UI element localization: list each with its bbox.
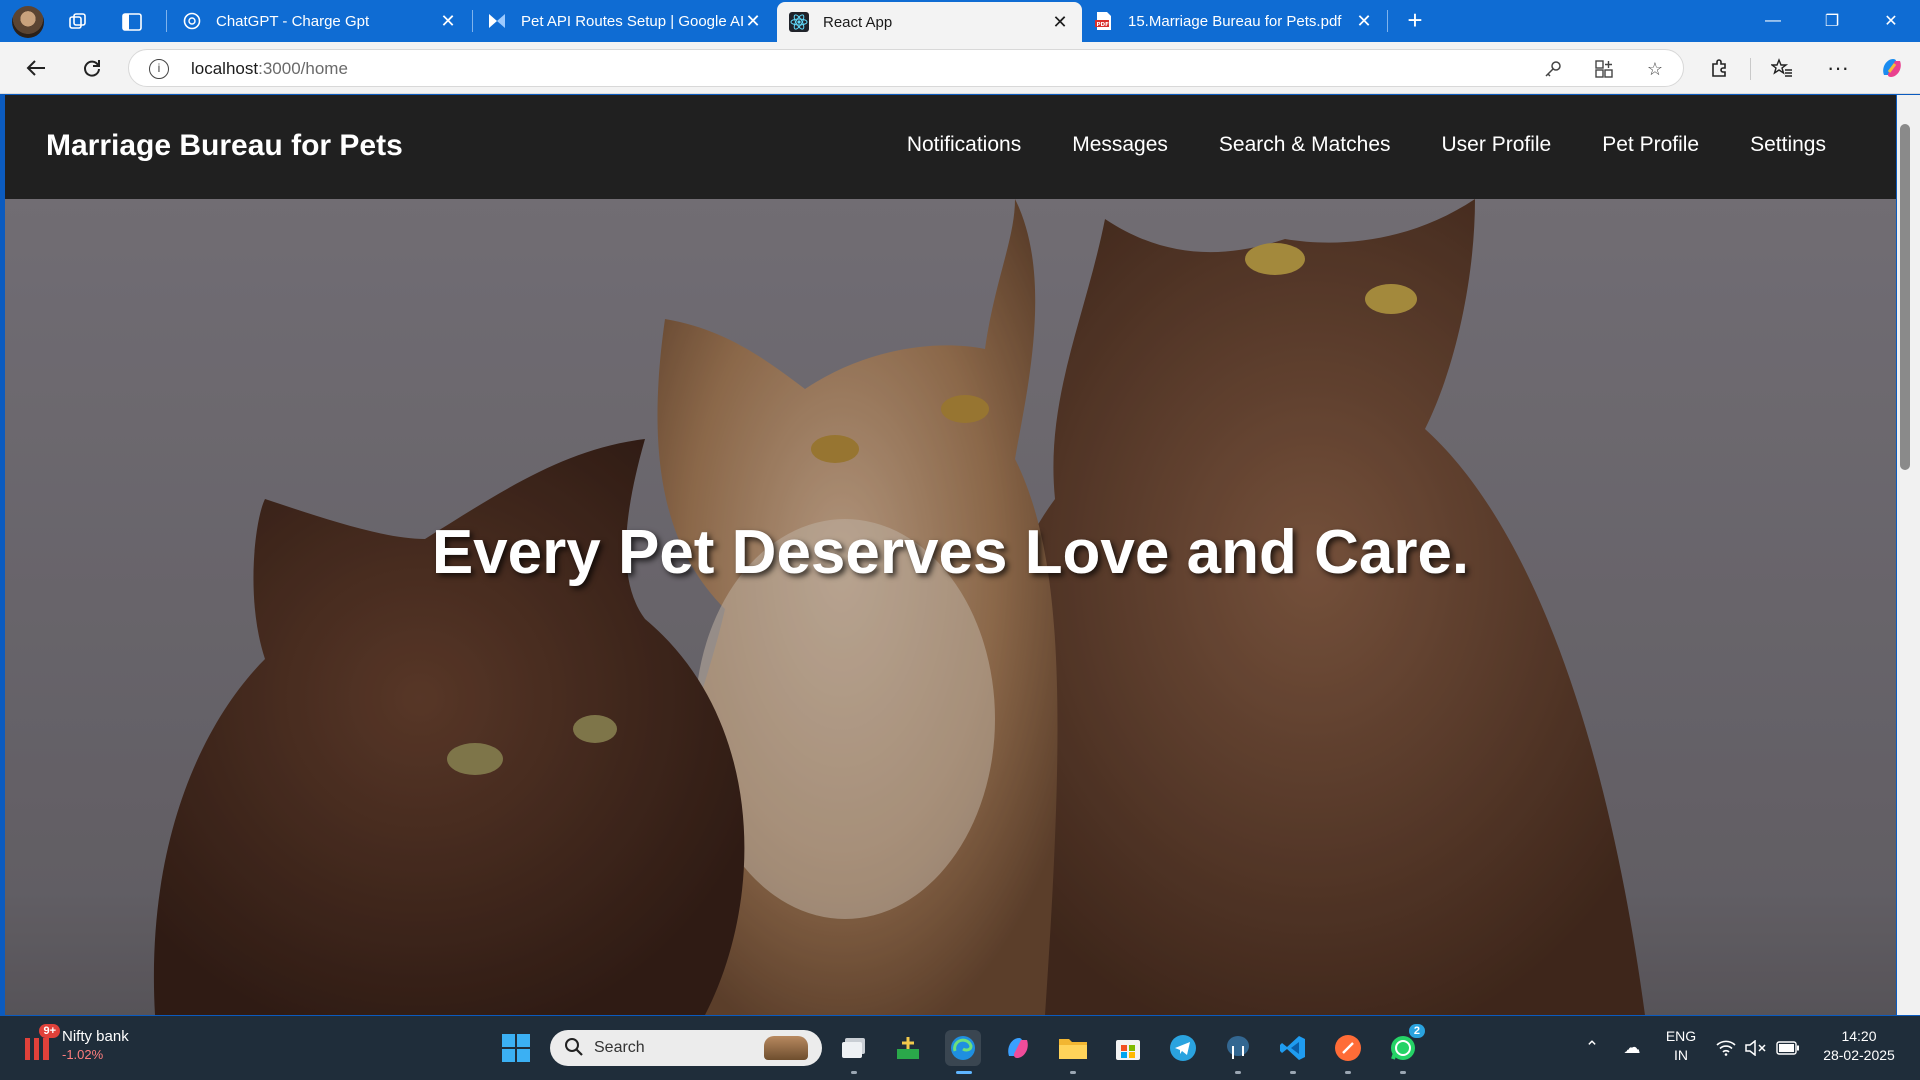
windows-start-icon[interactable]: [502, 1034, 530, 1062]
active-app-indicator: [956, 1071, 972, 1074]
nav-notifications[interactable]: Notifications: [907, 133, 1021, 157]
back-button[interactable]: [20, 52, 52, 84]
search-highlight-icon: [764, 1036, 808, 1060]
postman-icon[interactable]: [1330, 1030, 1366, 1066]
tab-title: 15.Marriage Bureau for Pets.pdf: [1128, 12, 1342, 30]
clock-time: 14:20: [1841, 1028, 1877, 1044]
tab-google-ai-studio[interactable]: Pet API Routes Setup | Google AI ✕: [475, 0, 775, 42]
vscode-icon[interactable]: [1275, 1030, 1311, 1066]
tab-title: React App: [823, 13, 893, 31]
openai-icon: [182, 11, 202, 31]
nav-user-profile[interactable]: User Profile: [1442, 133, 1552, 157]
whatsapp-icon[interactable]: 2: [1385, 1024, 1425, 1066]
search-label: Search: [594, 1039, 645, 1056]
nav-search-matches[interactable]: Search & Matches: [1219, 133, 1391, 157]
react-icon: [789, 12, 809, 32]
file-explorer-icon[interactable]: [1055, 1030, 1091, 1066]
tab-title: Pet API Routes Setup | Google AI: [521, 12, 743, 30]
copilot-app-icon[interactable]: [1000, 1030, 1036, 1066]
site-brand[interactable]: Marriage Bureau for Pets: [46, 129, 403, 163]
close-tab-icon[interactable]: ✕: [743, 11, 763, 32]
close-tab-icon[interactable]: ✕: [1050, 12, 1070, 33]
svg-text:PDF: PDF: [1097, 22, 1110, 28]
close-window-button[interactable]: ✕: [1862, 0, 1920, 42]
running-indicator: [1235, 1071, 1241, 1074]
running-indicator: [1290, 1071, 1296, 1074]
postgresql-icon[interactable]: [1220, 1030, 1256, 1066]
clock-date: 28-02-2025: [1823, 1047, 1895, 1063]
favorites-icon[interactable]: [1766, 52, 1798, 84]
hero-section: Every Pet Deserves Love and Care.: [5, 199, 1896, 1015]
language-indicator[interactable]: ENG IN: [1664, 1028, 1698, 1063]
tab-pdf[interactable]: PDF 15.Marriage Bureau for Pets.pdf ✕: [1082, 0, 1386, 42]
windows-taskbar: 9+ Nifty bank -1.02% Search 2 ⌃ ☁ ENG IN…: [0, 1016, 1920, 1080]
tab-separator: [1387, 10, 1388, 32]
profile-avatar[interactable]: [12, 6, 44, 38]
wifi-icon[interactable]: [1714, 1036, 1738, 1060]
show-hidden-icons-chevron-icon[interactable]: ⌃: [1580, 1036, 1604, 1060]
widget-title: Nifty bank: [62, 1028, 129, 1045]
tab-separator: [166, 10, 167, 32]
nav-messages[interactable]: Messages: [1072, 133, 1168, 157]
site-navbar: Marriage Bureau for Pets Notifications M…: [5, 95, 1896, 199]
address-bar[interactable]: i localhost:3000/home ☆: [128, 49, 1684, 87]
password-key-icon[interactable]: [1539, 55, 1567, 83]
copilot-icon[interactable]: [1876, 52, 1908, 84]
stock-chart-icon: 9+: [22, 1024, 60, 1060]
battery-icon[interactable]: [1776, 1036, 1800, 1060]
widget-change: -1.02%: [62, 1047, 104, 1062]
close-tab-icon[interactable]: ✕: [1354, 11, 1374, 32]
pdf-icon: PDF: [1094, 11, 1114, 31]
restore-button[interactable]: ❐: [1803, 0, 1861, 42]
nav-links: Notifications Messages Search & Matches …: [907, 133, 1826, 157]
running-indicator: [851, 1071, 857, 1074]
extensions-icon[interactable]: [1703, 52, 1735, 84]
toolbar-separator: [1750, 58, 1751, 80]
whatsapp-badge: 2: [1408, 1024, 1425, 1038]
page-viewport: Marriage Bureau for Pets Notifications M…: [5, 95, 1896, 1015]
new-tab-button[interactable]: +: [1400, 6, 1430, 36]
workspaces-icon[interactable]: [62, 6, 94, 38]
app-available-icon[interactable]: [1590, 55, 1618, 83]
widget-badge: 9+: [39, 1024, 60, 1038]
more-options-icon[interactable]: ···: [1822, 52, 1854, 84]
onedrive-cloud-icon[interactable]: ☁: [1620, 1036, 1644, 1060]
running-indicator: [1345, 1071, 1351, 1074]
task-view-icon[interactable]: [836, 1030, 872, 1066]
search-icon: [564, 1037, 584, 1057]
hero-overlay: [5, 199, 1896, 1015]
url-text[interactable]: localhost:3000/home: [191, 59, 348, 79]
taskbar-search[interactable]: Search: [550, 1030, 822, 1066]
edge-browser-icon[interactable]: [945, 1030, 981, 1066]
browser-tab-strip: ChatGPT - Charge Gpt ✕ Pet API Routes Se…: [0, 0, 1920, 42]
tab-chatgpt[interactable]: ChatGPT - Charge Gpt ✕: [170, 0, 470, 42]
refresh-button[interactable]: [76, 52, 108, 84]
vertical-tabs-icon[interactable]: [116, 6, 148, 38]
running-indicator: [1400, 1071, 1406, 1074]
clock[interactable]: 14:20 28-02-2025: [1814, 1028, 1904, 1063]
running-indicator: [1070, 1071, 1076, 1074]
telegram-icon[interactable]: [1165, 1030, 1201, 1066]
hero-title: Every Pet Deserves Love and Care.: [431, 518, 1470, 587]
site-info-icon[interactable]: i: [149, 59, 169, 79]
app-icon-green[interactable]: [890, 1030, 926, 1066]
stock-widget[interactable]: 9+ Nifty bank -1.02%: [22, 1024, 129, 1062]
tab-react-app[interactable]: React App ✕: [777, 2, 1082, 42]
close-tab-icon[interactable]: ✕: [438, 11, 458, 32]
browser-toolbar: i localhost:3000/home ☆ ···: [0, 42, 1920, 94]
minimize-button[interactable]: —: [1744, 0, 1802, 42]
tab-separator: [472, 10, 473, 32]
google-ai-studio-icon: [487, 11, 507, 31]
tab-title: ChatGPT - Charge Gpt: [216, 12, 370, 30]
speaker-muted-icon[interactable]: [1744, 1036, 1768, 1060]
nav-pet-profile[interactable]: Pet Profile: [1602, 133, 1699, 157]
microsoft-store-icon[interactable]: [1110, 1030, 1146, 1066]
scrollbar-thumb[interactable]: [1900, 124, 1910, 470]
nav-settings[interactable]: Settings: [1750, 133, 1826, 157]
favorite-star-icon[interactable]: ☆: [1641, 55, 1669, 83]
